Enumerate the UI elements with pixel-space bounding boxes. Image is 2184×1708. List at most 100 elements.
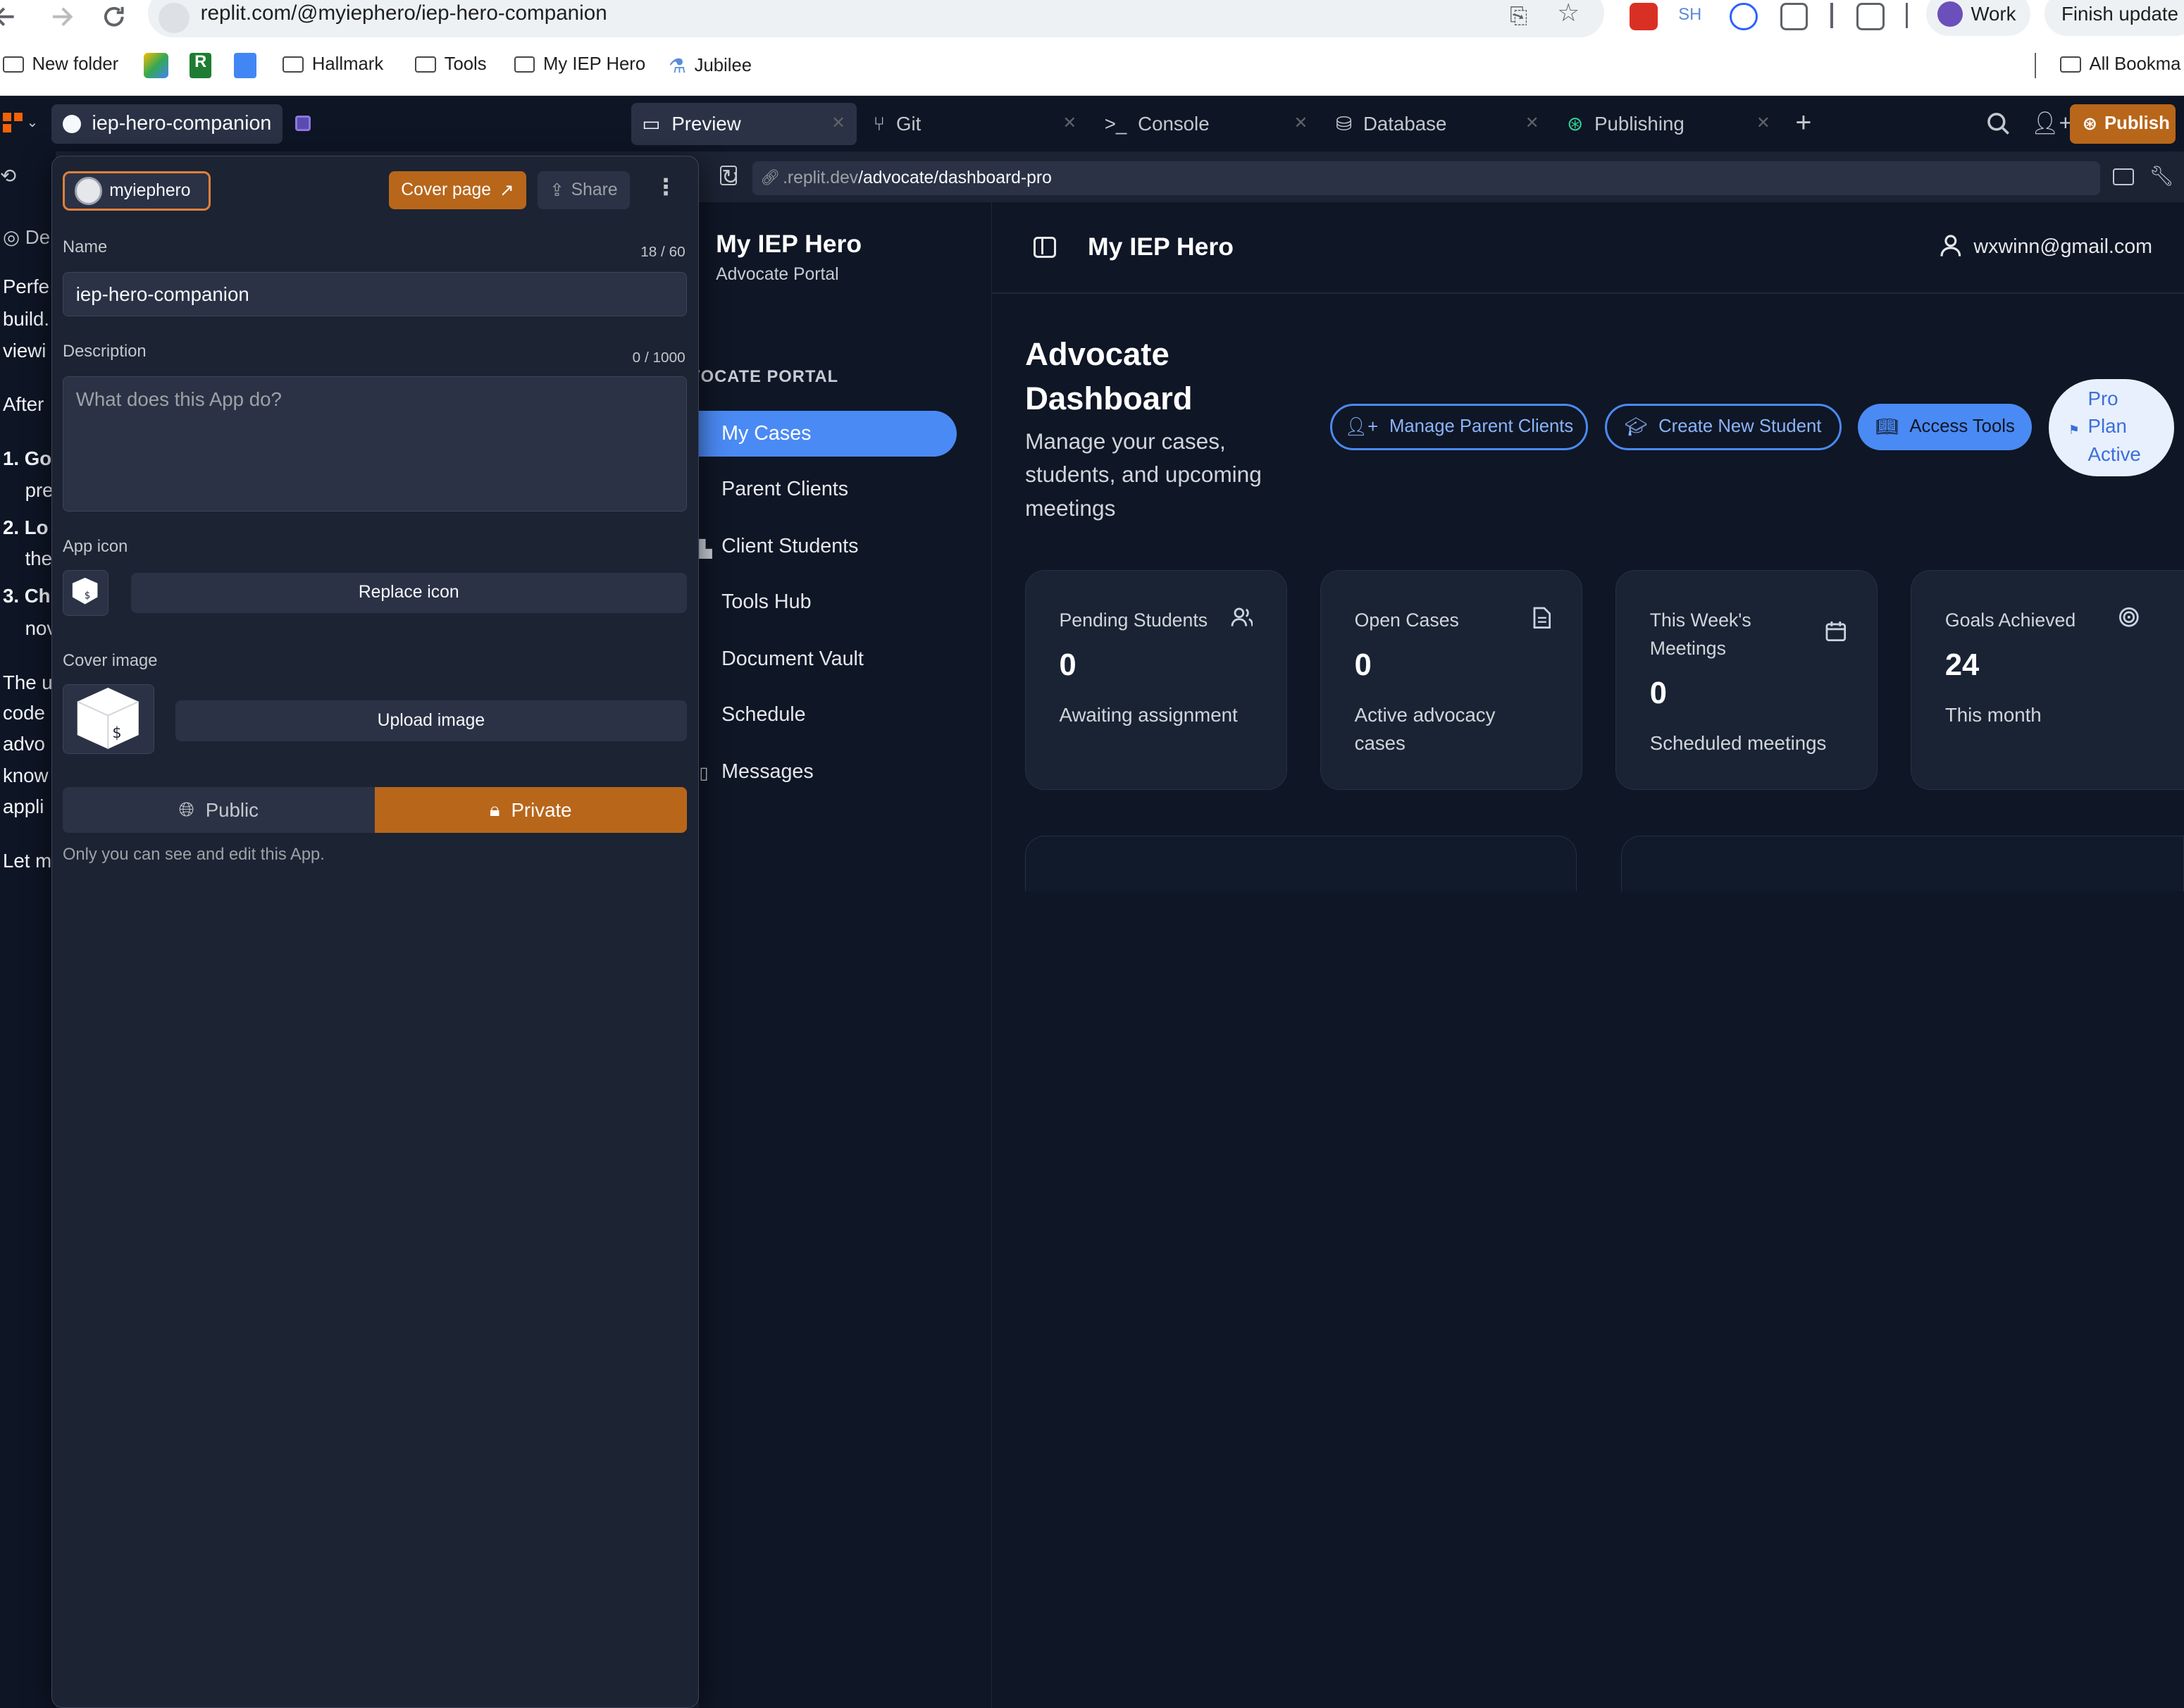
sidebar-item-document-vault[interactable]: Document Vault [721, 648, 864, 671]
bookmark-jubilee[interactable]: ⚗ Jubilee [669, 54, 752, 78]
chat-text: pre [25, 479, 54, 502]
tab-console[interactable]: >_ Console ✕ [1093, 103, 1319, 144]
stat-subtitle: Active advocacy cases [1354, 704, 1496, 754]
reload-icon[interactable] [100, 3, 128, 31]
dashboard-title-line: Advocate [1025, 335, 1169, 372]
sidebar-item-tools-hub[interactable]: Tools Hub [721, 590, 811, 614]
replace-icon-button[interactable]: Replace icon [130, 572, 687, 613]
agent-status-icon[interactable] [295, 116, 311, 131]
calendar-icon [1825, 621, 1847, 642]
private-toggle[interactable]: 🔒︎ Private [374, 787, 687, 834]
sidebar-item-client-students[interactable]: Client Students [721, 535, 858, 558]
puzzle-icon[interactable] [1780, 2, 1808, 31]
bookmark-my-iep-hero[interactable]: My IEP Hero [514, 54, 645, 75]
replit-logo-icon[interactable] [2, 113, 23, 132]
bookmark-new-folder[interactable]: New folder [2, 54, 119, 75]
cover-page-button[interactable]: Cover page ↗ [388, 171, 527, 209]
close-icon[interactable]: ✕ [831, 113, 845, 133]
repl-name-button[interactable]: iep-hero-companion [51, 104, 283, 144]
close-icon[interactable]: ✕ [1756, 113, 1770, 133]
dashboard-subtitle-line: meetings [1025, 495, 1116, 521]
target-icon [2118, 607, 2140, 628]
preview-url-field[interactable]: 🔗︎ .replit.dev/advocate/dashboard-pro [752, 161, 2101, 195]
bookmark-r-icon[interactable]: R [189, 53, 212, 78]
create-new-student-button[interactable]: 🎓︎ Create New Student [1604, 404, 1842, 450]
tab-preview[interactable]: ▭ Preview ✕ [631, 103, 857, 145]
stat-title: This Week's Meetings [1649, 609, 1751, 659]
forward-icon[interactable] [47, 3, 75, 31]
bookmark-hallmark[interactable]: Hallmark [283, 54, 383, 75]
bookmark-rainbow-icon[interactable] [143, 53, 169, 78]
back-icon[interactable] [0, 3, 20, 31]
stat-card-open-cases[interactable]: Open Cases 0 Active advocacy cases [1320, 569, 1582, 790]
owner-chip[interactable]: myiephero [62, 171, 211, 211]
tab-search-icon[interactable] [1856, 2, 1885, 31]
access-tools-button[interactable]: 📖︎ Access Tools [1858, 404, 2033, 450]
chat-text: code [2, 702, 45, 724]
sidebar-item-parent-clients[interactable]: Parent Clients [721, 478, 848, 501]
close-icon[interactable]: ✕ [1525, 113, 1539, 133]
devtools-wrench-icon[interactable]: 🔧︎ [2149, 164, 2174, 187]
sh-extension-icon[interactable]: SH [1678, 3, 1706, 31]
tab-publishing[interactable]: ⊛ Publishing ✕ [1556, 103, 1781, 144]
sidebar-item-schedule[interactable]: Schedule [721, 703, 806, 726]
upload-image-button[interactable]: Upload image [175, 700, 687, 741]
sidebar-item-messages[interactable]: Messages [721, 760, 814, 784]
stat-card-pending-students[interactable]: Pending Students 0 Awaiting assignment [1025, 569, 1287, 790]
dashboard-subtitle-line: students, and upcoming [1025, 462, 1262, 488]
share-button[interactable]: ⇪ Share [538, 171, 630, 209]
sidebar-toggle-icon[interactable] [1033, 237, 1056, 258]
upload-icon: ⇪ [550, 180, 564, 200]
name-field[interactable]: iep-hero-companion [62, 271, 687, 316]
preview-reload-icon[interactable]: ↻ [721, 164, 739, 190]
extension-icon[interactable] [1630, 2, 1658, 31]
address-bar[interactable]: replit.com/@myiephero/iep-hero-companion… [147, 0, 1605, 38]
bookmark-docs-icon[interactable] [234, 53, 256, 78]
user-email[interactable]: wxwinn@gmail.com [1973, 235, 2152, 259]
description-field[interactable]: What does this App do? [62, 376, 687, 512]
bookmark-label: New folder [32, 54, 119, 75]
button-label: Manage Parent Clients [1389, 416, 1574, 437]
install-icon[interactable]: ⎘ [1510, 3, 1527, 30]
bookmark-tools[interactable]: Tools [415, 54, 487, 75]
stat-card-weekly-meetings[interactable]: This Week's Meetings 0 Scheduled meeting… [1615, 569, 1878, 790]
close-icon[interactable]: ✕ [1294, 113, 1308, 133]
star-icon[interactable]: ☆ [1557, 0, 1580, 27]
profile-avatar [1937, 1, 1963, 27]
stat-subtitle: Awaiting assignment [1059, 704, 1238, 726]
stat-card-goals-achieved[interactable]: Goals Achieved 24 This month [1911, 569, 2184, 790]
grammar-extension-icon[interactable] [1730, 2, 1758, 31]
badge-line: Pro [2087, 387, 2118, 409]
tab-label: Preview [671, 112, 741, 135]
site-info-icon[interactable] [159, 2, 190, 34]
chat-heading-fragment: ◎ De [3, 225, 50, 249]
new-tab-plus-icon[interactable]: + [1795, 107, 1811, 139]
publish-button[interactable]: ⊛ Publish [2069, 104, 2176, 144]
devices-icon[interactable] [2113, 168, 2134, 185]
stat-value: 0 [1649, 676, 1667, 710]
database-icon: ⛁ [1335, 113, 1353, 135]
more-options-icon[interactable]: ⋮ [654, 174, 677, 200]
invite-user-icon[interactable]: 👤︎+ [2030, 110, 2072, 136]
chat-text: Perfe [2, 276, 50, 298]
file-icon [1533, 607, 1551, 629]
name-char-count: 18 / 60 [640, 243, 685, 260]
public-toggle[interactable]: 🌐︎ Public [62, 787, 375, 834]
profile-chip[interactable]: Work [1926, 0, 2031, 37]
close-icon[interactable]: ✕ [1062, 113, 1077, 133]
dashboard-subtitle-line: Manage your cases, [1025, 428, 1226, 454]
section-label-text: ADVOCATE PORTAL [699, 367, 839, 386]
bookmark-label: Hallmark [311, 54, 384, 75]
tab-git[interactable]: ⑂ Git ✕ [862, 103, 1088, 144]
search-icon[interactable] [1986, 111, 2011, 137]
chat-text: De [25, 226, 51, 249]
folder-icon [415, 56, 436, 73]
chevron-down-icon[interactable]: ⌄ [27, 114, 39, 131]
bookmark-all[interactable]: All Bookma [2059, 54, 2180, 75]
manage-parent-clients-button[interactable]: 👤︎+ Manage Parent Clients [1330, 404, 1588, 450]
history-icon[interactable]: ⟲ [0, 164, 16, 187]
url-path: /advocate/dashboard-pro [858, 168, 1052, 188]
tab-database[interactable]: ⛁ Database ✕ [1324, 103, 1550, 144]
app-brand: My IEP Hero [716, 230, 862, 259]
finish-update-button[interactable]: Finish update [2045, 0, 2184, 37]
